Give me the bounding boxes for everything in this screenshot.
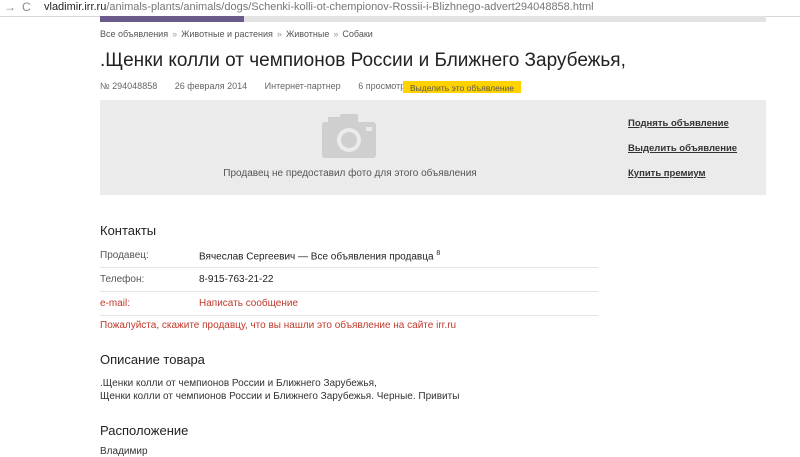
breadcrumb-animals-plants[interactable]: Животные и растения [181, 29, 273, 39]
description-text: .Щенки колли от чемпионов России и Ближн… [100, 377, 459, 403]
location-city: Владимир [100, 446, 148, 457]
seller-ads-count: 8 [436, 250, 441, 257]
phone-label: Телефон: [100, 274, 145, 285]
seller-notice: Пожалуйста, скажите продавцу, что вы наш… [100, 320, 457, 331]
address-bar[interactable]: → C vladimir.irr.ru/animals-plants/anima… [0, 0, 800, 17]
phone-value: 8-915-763-21-22 [199, 274, 274, 285]
breadcrumb-separator: » [172, 29, 178, 39]
buy-premium-link[interactable]: Купить премиум [628, 168, 737, 179]
highlight-ad-button[interactable]: Выделить это объявление [403, 81, 521, 93]
write-message-link[interactable]: Написать сообщение [199, 298, 298, 309]
description-heading: Описание товара [100, 352, 205, 367]
highlight-ad-link[interactable]: Выделить объявление [628, 143, 737, 154]
email-label: e-mail: [100, 298, 131, 309]
ad-number: № 294048858 [100, 81, 158, 91]
category-tab-active [100, 16, 244, 22]
phone-row: Телефон: 8-915-763-21-22 [100, 267, 598, 292]
breadcrumb-animals[interactable]: Животные [286, 29, 329, 39]
ad-date: 26 февраля 2014 [174, 81, 248, 91]
seller-value[interactable]: Вячеслав Сергеевич — Все объявления прод… [199, 250, 440, 262]
photo-panel: Продавец не предоставил фото для этого о… [100, 100, 766, 195]
reload-icon[interactable]: C [22, 0, 31, 14]
camera-icon [322, 114, 376, 158]
url-host: vladimir.irr.ru [44, 1, 107, 13]
breadcrumb-separator: » [276, 29, 282, 39]
url-path: /animals-plants/animals/dogs/Schenki-kol… [106, 1, 594, 13]
breadcrumb-separator: » [333, 29, 339, 39]
seller-label: Продавец: [100, 250, 149, 261]
ad-actions: Поднять объявление Выделить объявление К… [628, 118, 737, 193]
no-photo-text: Продавец не предоставил фото для этого о… [223, 168, 477, 179]
forward-arrow-icon[interactable]: → [4, 0, 16, 14]
url-text[interactable]: vladimir.irr.ru/animals-plants/animals/d… [44, 0, 594, 14]
page-title: .Щенки колли от чемпионов России и Ближн… [100, 50, 626, 71]
ad-partner: Интернет-партнер [264, 81, 341, 91]
seller-name-link[interactable]: Вячеслав Сергеевич — Все объявления прод… [199, 251, 434, 262]
raise-ad-link[interactable]: Поднять объявление [628, 118, 737, 129]
category-tab-bar [244, 16, 766, 22]
ad-meta: № 294048858 26 февраля 2014 Интернет-пар… [100, 81, 430, 91]
breadcrumb-all-ads[interactable]: Все объявления [100, 29, 168, 39]
breadcrumb: Все объявления» Животные и растения» Живот… [100, 29, 373, 39]
description-line: Щенки колли от чемпионов России и Ближне… [100, 391, 460, 402]
email-row: e-mail: Написать сообщение [100, 291, 598, 316]
contacts-heading: Контакты [100, 223, 157, 238]
seller-row: Продавец: Вячеслав Сергеевич — Все объяв… [100, 243, 598, 268]
breadcrumb-dogs[interactable]: Собаки [342, 29, 372, 39]
location-heading: Расположение [100, 423, 189, 438]
description-line: .Щенки колли от чемпионов России и Ближн… [100, 378, 377, 389]
